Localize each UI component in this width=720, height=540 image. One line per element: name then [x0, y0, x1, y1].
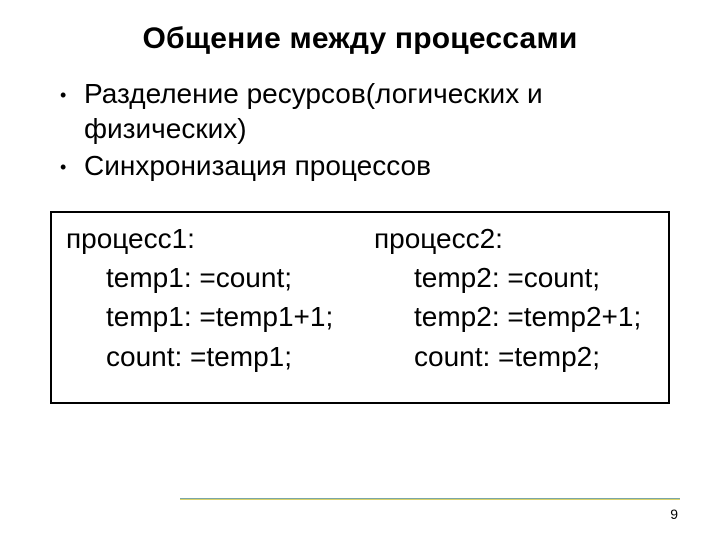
list-item: • Синхронизация процессов: [60, 148, 660, 183]
bullet-list: • Разделение ресурсов(логических и физич…: [60, 76, 660, 183]
bullet-text: Разделение ресурсов(логических и физичес…: [84, 76, 660, 146]
bullet-text: Синхронизация процессов: [84, 148, 660, 183]
code-line: temp2: =count;: [374, 258, 668, 297]
bullet-icon: •: [60, 148, 84, 179]
code-box: процесс1: temp1: =count; temp1: =temp1+1…: [50, 211, 670, 404]
bullet-icon: •: [60, 76, 84, 107]
page-number: 9: [670, 506, 678, 522]
code-col-right: процесс2: temp2: =count; temp2: =temp2+1…: [360, 219, 668, 376]
code-col-left: процесс1: temp1: =count; temp1: =temp1+1…: [52, 219, 360, 376]
code-header: процесс2:: [374, 219, 668, 258]
list-item: • Разделение ресурсов(логических и физич…: [60, 76, 660, 146]
code-line: temp1: =temp1+1;: [66, 297, 360, 336]
code-header: процесс1:: [66, 219, 360, 258]
code-line: temp2: =temp2+1;: [374, 297, 668, 336]
slide: Общение между процессами • Разделение ре…: [0, 0, 720, 540]
slide-title: Общение между процессами: [0, 0, 720, 56]
code-line: count: =temp2;: [374, 337, 668, 376]
code-line: count: =temp1;: [66, 337, 360, 376]
divider-line: [180, 498, 680, 500]
code-line: temp1: =count;: [66, 258, 360, 297]
